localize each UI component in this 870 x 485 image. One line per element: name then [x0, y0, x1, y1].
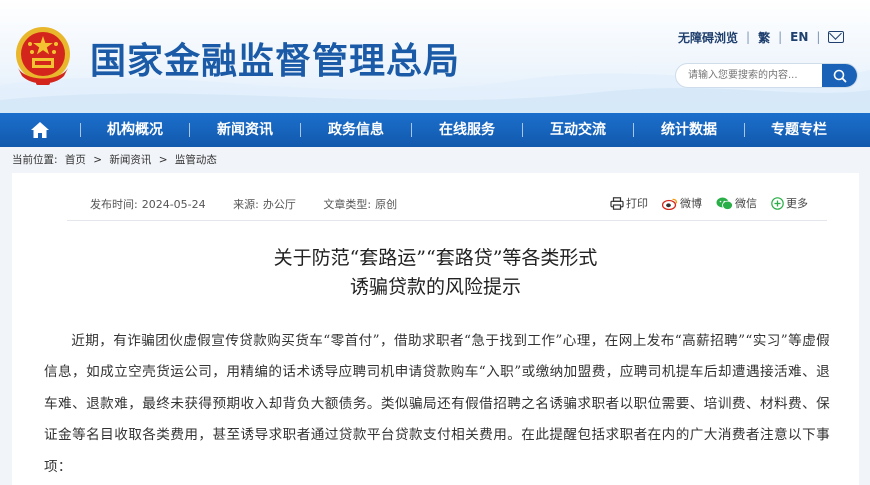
source-label: 来源: [233, 198, 259, 211]
more-label: 更多 [786, 197, 808, 210]
weibo-share-button[interactable]: 微博 [662, 195, 702, 211]
search-input[interactable] [676, 64, 824, 87]
nav-item-about[interactable]: 机构概况 [81, 113, 189, 147]
article-type-label: 文章类型: [323, 198, 372, 211]
more-share-button[interactable]: 更多 [771, 195, 808, 211]
article-title: 关于防范“套路运”“套路贷”等各类形式 诱骗贷款的风险提示 [12, 244, 859, 302]
publish-date: 2024-05-24 [141, 198, 206, 211]
breadcrumb-separator: > [93, 154, 103, 166]
breadcrumb: 当前位置: 首页 > 新闻资讯 > 监管动态 [12, 152, 221, 167]
breadcrumb-regulatory-news[interactable]: 监管动态 [175, 154, 217, 166]
article-type-value: 原创 [375, 198, 398, 211]
link-separator: | [778, 30, 783, 44]
link-separator: | [816, 30, 821, 44]
wechat-label: 微信 [735, 197, 757, 210]
wechat-icon [716, 197, 733, 210]
mail-icon[interactable] [828, 31, 845, 43]
print-button[interactable]: 打印 [610, 195, 648, 211]
link-separator: | [746, 30, 751, 44]
article-panel: 发布时间:2024-05-24 来源:办公厅 文章类型:原创 打印 微博 [12, 173, 859, 485]
breadcrumb-separator: > [158, 154, 168, 166]
english-link[interactable]: EN [790, 30, 808, 44]
search-button[interactable] [822, 64, 857, 87]
breadcrumb-home[interactable]: 首页 [65, 154, 86, 166]
nav-home[interactable] [0, 113, 80, 147]
print-icon [610, 196, 624, 210]
weibo-label: 微博 [680, 197, 702, 210]
search-box [675, 63, 858, 88]
home-icon [31, 122, 49, 138]
nav-item-online-services[interactable]: 在线服务 [412, 113, 522, 147]
nav-item-statistics[interactable]: 统计数据 [634, 113, 744, 147]
article-meta: 发布时间: 2024-05-24 来源: 办公厅 文章类型: 原创 [90, 196, 421, 212]
source-value: 办公厅 [262, 198, 296, 211]
breadcrumb-label: 当前位置: [12, 154, 58, 166]
top-links: 无障碍浏览 | 繁 | EN | [678, 29, 845, 46]
nav-item-special-topics[interactable]: 专题专栏 [745, 113, 853, 147]
site-header: 国家金融监督管理总局 无障碍浏览 | 繁 | EN | [0, 0, 870, 113]
article-paragraph: 近期，有诈骗团伙虚假宣传贷款购买货车“零首付”，借助求职者“急于找到工作”心理，… [44, 333, 830, 475]
main-nav: 机构概况 新闻资讯 政务信息 在线服务 互动交流 统计数据 专题专栏 [0, 113, 870, 147]
nav-item-interaction[interactable]: 互动交流 [523, 113, 633, 147]
nav-item-news[interactable]: 新闻资讯 [190, 113, 300, 147]
weibo-icon [662, 198, 678, 210]
article-title-line-1: 关于防范“套路运”“套路贷”等各类形式 [273, 247, 598, 269]
wechat-share-button[interactable]: 微信 [716, 195, 757, 211]
plus-circle-icon [771, 196, 784, 210]
share-bar: 打印 微博 微信 更多 [610, 195, 808, 211]
site-title[interactable]: 国家金融监督管理总局 [90, 32, 460, 84]
nav-item-government-info[interactable]: 政务信息 [301, 113, 411, 147]
meta-divider [67, 220, 827, 221]
breadcrumb-news[interactable]: 新闻资讯 [109, 154, 151, 166]
accessibility-link[interactable]: 无障碍浏览 [678, 29, 738, 46]
national-emblem-icon [16, 27, 70, 85]
print-label: 打印 [626, 197, 648, 210]
traditional-chinese-link[interactable]: 繁 [758, 29, 770, 46]
search-icon [833, 69, 847, 82]
publish-time-label: 发布时间: [90, 198, 138, 211]
article-title-line-2: 诱骗贷款的风险提示 [349, 276, 521, 298]
